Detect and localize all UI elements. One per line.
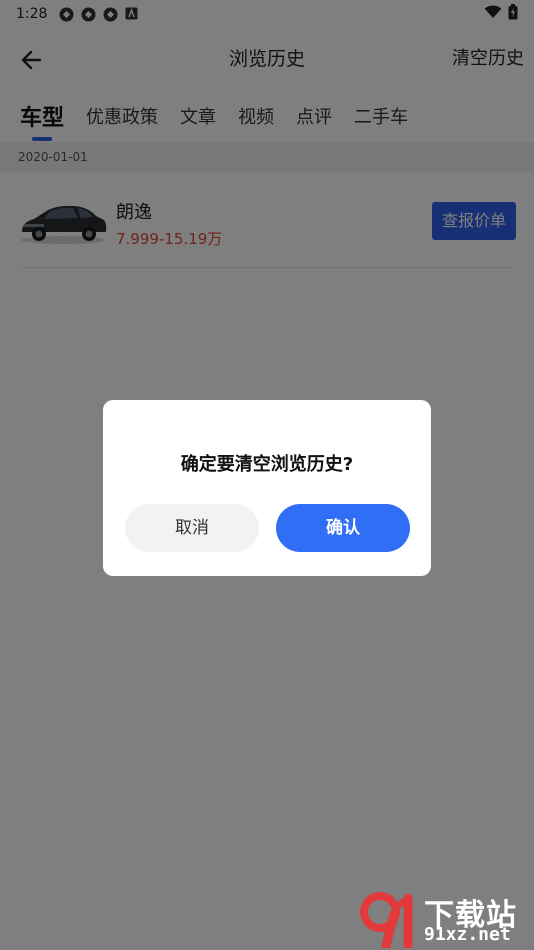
watermark-site: 91xz.net — [424, 924, 511, 945]
confirm-dialog: 确定要清空浏览历史? 取消 确认 — [103, 400, 431, 576]
watermark-logo-icon — [360, 892, 413, 948]
watermark: 下载站 91xz.net — [358, 888, 530, 950]
dialog-message: 确定要清空浏览历史? — [180, 454, 354, 475]
cancel-button[interactable]: 取消 — [125, 504, 259, 552]
confirm-button[interactable]: 确认 — [276, 504, 410, 552]
